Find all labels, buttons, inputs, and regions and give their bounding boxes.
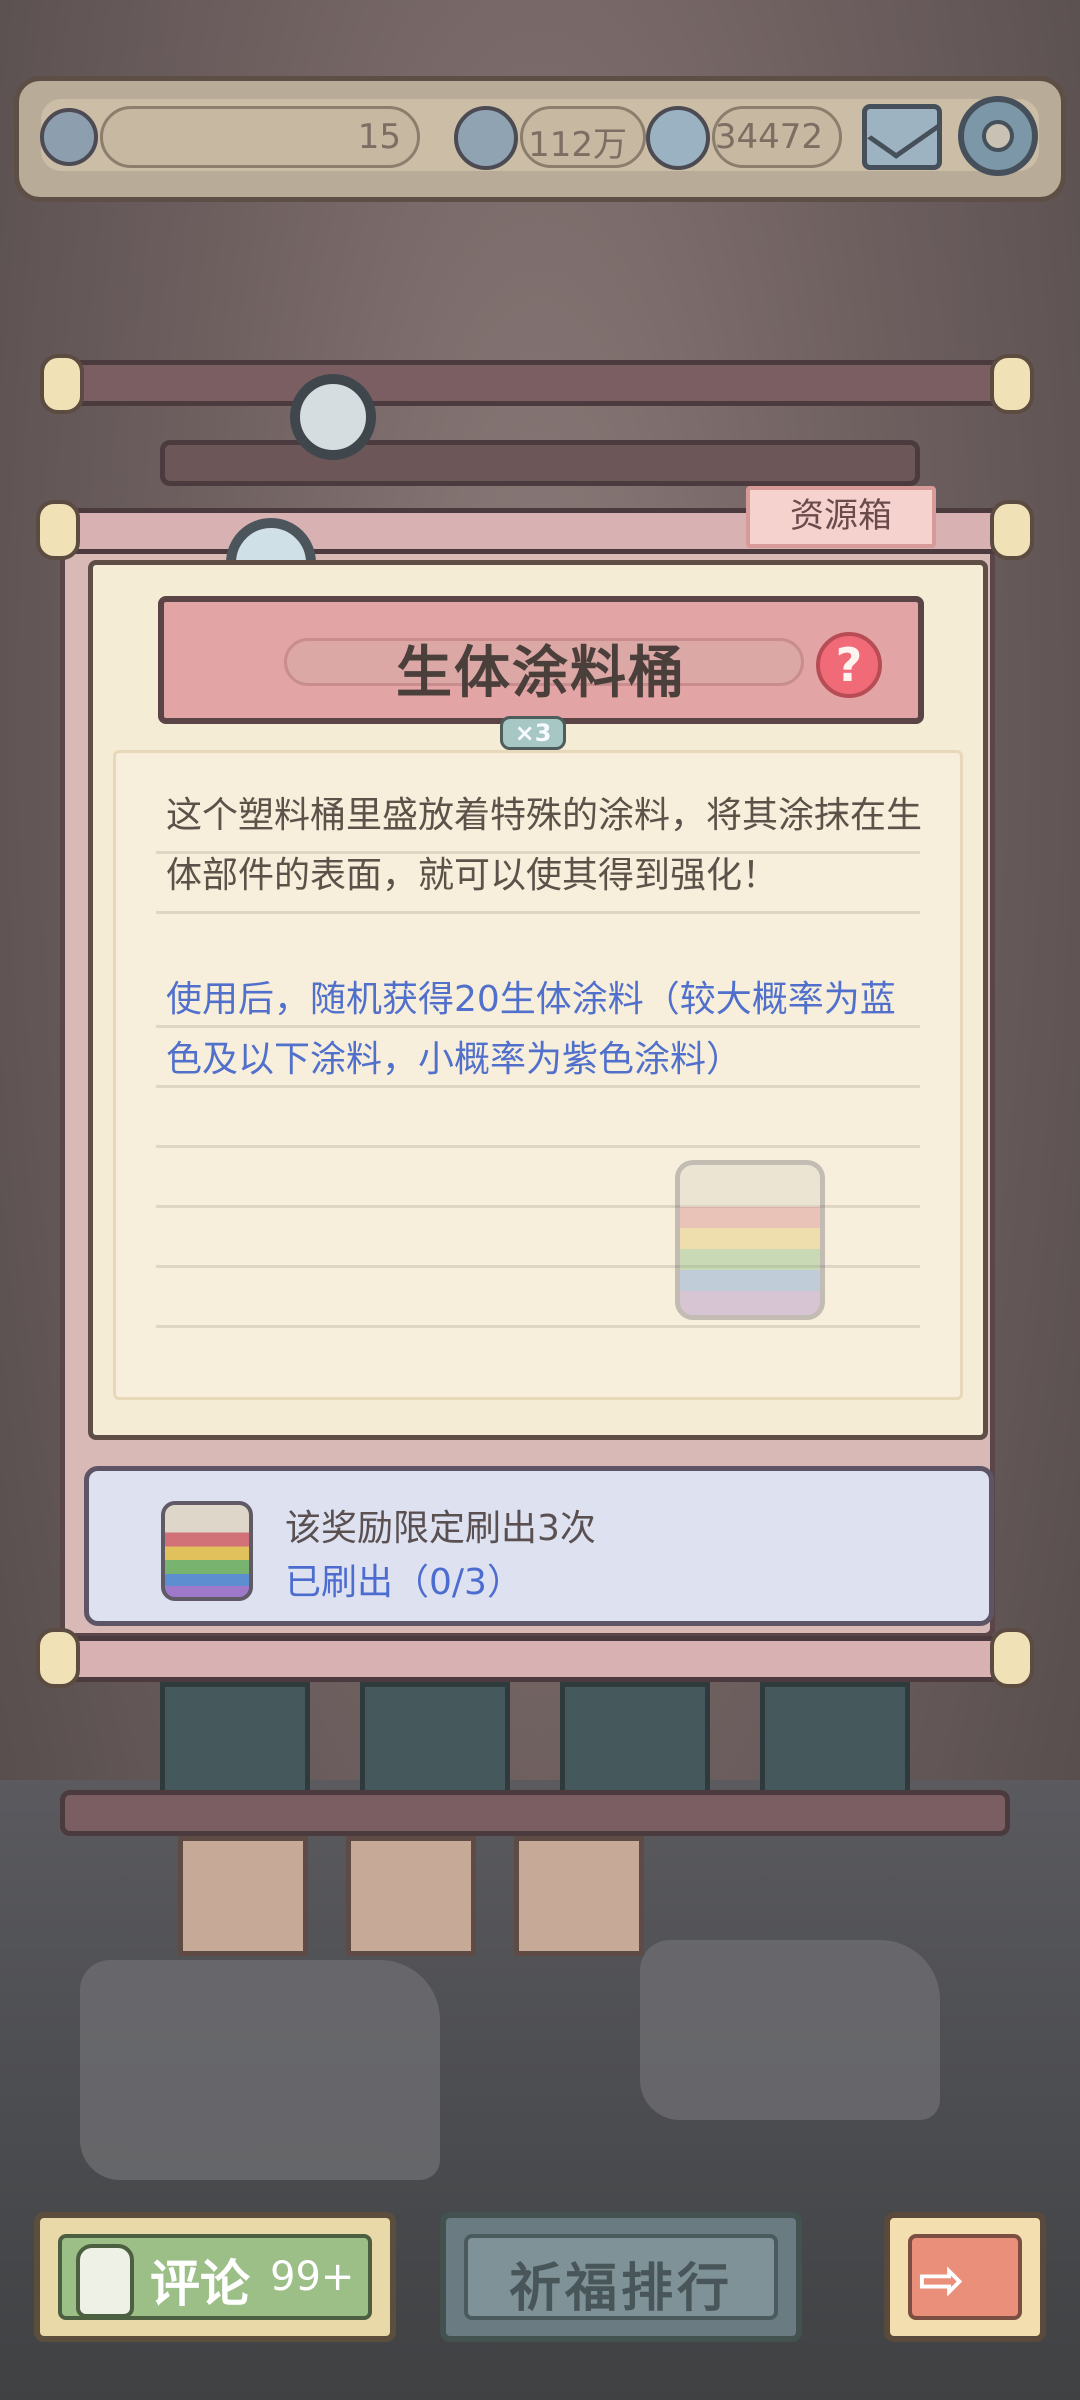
resource-value-3: 34472 <box>714 117 823 157</box>
refresh-status: 已刷出（0/3） <box>285 1562 523 1603</box>
scroll-rod-bottom <box>60 1790 1010 1836</box>
mail-icon[interactable] <box>862 104 942 170</box>
rank-label: 祈福排行 <box>508 2259 733 2319</box>
scroll-cap <box>36 500 80 560</box>
category-tag: 资源箱 <box>746 486 936 548</box>
knot-icon[interactable] <box>40 108 98 166</box>
item-title-banner: 生体涂料桶 ? <box>158 596 924 724</box>
background-slot <box>178 1836 308 1956</box>
resource-counter-3: 34472 <box>712 106 842 168</box>
comment-label: 评论 <box>150 2255 250 2313</box>
item-effect: 使用后，随机获得20生体涂料（较大概率为蓝色及以下涂料，小概率为紫色涂料） <box>166 979 896 1080</box>
paint-bucket-icon <box>161 1501 253 1601</box>
spirit-icon <box>454 106 518 170</box>
background-slot <box>760 1682 910 1802</box>
comment-count: 99+ <box>270 2254 355 2300</box>
scroll-rod-top <box>70 360 1020 406</box>
limit-text: 该奖励限定刷出3次 <box>285 1508 596 1549</box>
resource-counter-2: 112万 <box>520 106 646 168</box>
bucket-body <box>675 1160 825 1320</box>
background-slot <box>514 1836 644 1956</box>
scroll-rod-back <box>160 440 920 486</box>
scroll-cap <box>990 1628 1034 1688</box>
background-slot <box>560 1682 710 1802</box>
next-button[interactable]: ⇨ <box>884 2212 1046 2342</box>
resource-value-1: 15 <box>357 117 401 157</box>
blessing-rank-button[interactable]: 祈福排行 <box>440 2212 802 2342</box>
comment-button[interactable]: 评论 99+ <box>34 2212 396 2342</box>
scroll-cap <box>40 354 84 414</box>
arrow-right-icon: ⇨ <box>918 2248 965 2313</box>
scroll-cap <box>990 500 1034 560</box>
jade-ring-icon <box>290 374 376 460</box>
help-button[interactable]: ? <box>816 632 882 698</box>
rock <box>640 1940 940 2120</box>
background-slot <box>360 1682 510 1802</box>
scroll-cap <box>990 354 1034 414</box>
refresh-limit-box: 该奖励限定刷出3次 已刷出（0/3） <box>84 1466 994 1626</box>
paper-line <box>156 911 920 914</box>
ink-bottle-icon <box>76 2244 134 2318</box>
soul-icon <box>646 106 710 170</box>
item-name: 生体涂料桶 <box>396 641 686 706</box>
background-slot <box>346 1836 476 1956</box>
scroll-rod-lower <box>60 1636 1010 1682</box>
resource-counter-1: 15 <box>100 106 420 168</box>
gear-icon[interactable] <box>958 96 1038 176</box>
item-description: 这个塑料桶里盛放着特殊的涂料，将其涂抹在生体部件的表面，就可以使其得到强化！ <box>166 795 923 896</box>
item-quantity-badge: ×3 <box>500 716 566 750</box>
resource-value-2: 112万 <box>528 125 627 165</box>
background-slot <box>160 1682 310 1802</box>
scroll-cap <box>36 1628 80 1688</box>
rock <box>80 1960 440 2180</box>
paint-bucket-illustration <box>665 1140 835 1330</box>
